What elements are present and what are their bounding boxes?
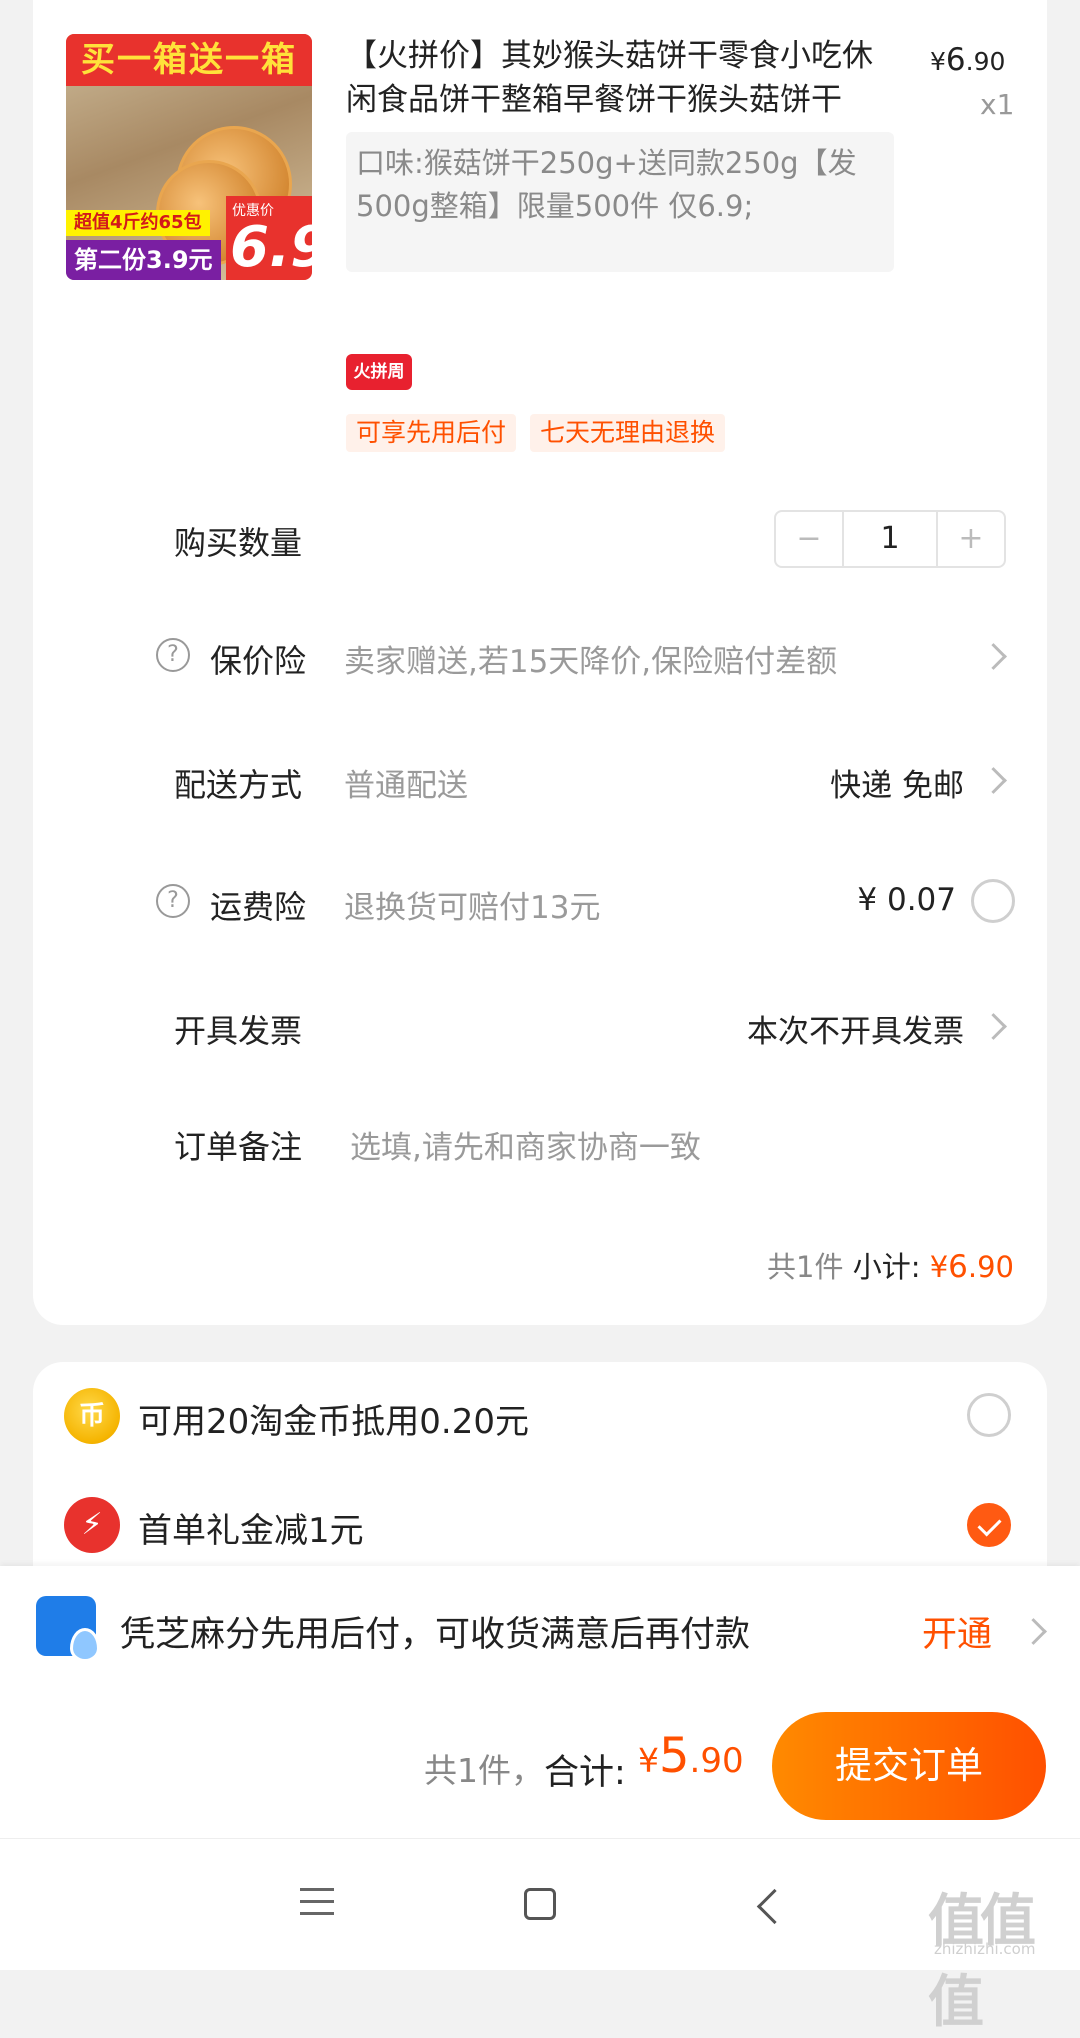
watermark-url: zhizhizhi.com — [934, 1940, 1036, 1958]
quantity-label: 购买数量 — [174, 524, 303, 562]
thumb-banner-text: 买一箱送一箱 — [66, 34, 312, 86]
delivery-label: 配送方式 — [174, 766, 303, 804]
subtotal-label: 小计: — [852, 1250, 921, 1284]
lightning-icon: ⚡ — [64, 1497, 120, 1553]
product-spec[interactable]: 口味:猴菇饼干250g+送同款250g【发500g整箱】限量500件 仅6.9; — [346, 132, 894, 272]
submit-order-button[interactable]: 提交订单 — [772, 1712, 1046, 1820]
delivery-value[interactable]: 快递 免邮 — [830, 760, 964, 805]
decrease-button[interactable]: − — [776, 512, 842, 566]
order-note-input[interactable]: 选填,请先和商家协商一致 — [350, 1122, 701, 1167]
order-note-label: 订单备注 — [174, 1128, 303, 1166]
drop-icon — [70, 1628, 100, 1662]
unit-price: ¥6.90 — [930, 42, 1006, 78]
service-tag-7day-return: 七天无理由退换 — [530, 414, 726, 452]
subtotal-amount: ¥6.90 — [929, 1249, 1014, 1285]
subtotal-count: 共1件 — [767, 1250, 844, 1284]
item-quantity: x1 — [980, 88, 1015, 121]
service-tag-pay-later: 可享先用后付 — [346, 414, 517, 452]
menu-icon[interactable] — [300, 1888, 334, 1924]
thumb-tag-top: 超值4斤约65包 — [66, 210, 210, 236]
price-protect-desc: 卖家赠送,若15天降价,保险赔付差额 — [344, 644, 838, 680]
thumb-price: 6.9 — [230, 215, 312, 280]
invoice-label: 开具发票 — [174, 1012, 303, 1050]
coin-discount-text: 可用20淘金币抵用0.20元 — [138, 1402, 529, 1442]
checkmark-icon — [977, 1512, 1002, 1537]
first-order-gift-radio[interactable] — [967, 1503, 1011, 1547]
thumb-tag-bottom: 第二份3.9元 — [66, 240, 221, 280]
total-amount: ¥5.90 — [638, 1728, 744, 1784]
product-title[interactable]: 【火拼价】其妙猴头菇饼干零食小吃休闲食品饼干整箱早餐饼干猴头菇饼干 — [346, 34, 896, 122]
pay-later-text: 凭芝麻分先用后付，可收货满意后再付款 — [120, 1615, 751, 1655]
freight-insurance-label: 运费险 — [210, 888, 307, 926]
coin-discount-radio[interactable] — [967, 1393, 1011, 1437]
delivery-desc: 普通配送 — [344, 768, 468, 804]
increase-button[interactable]: + — [938, 512, 1004, 566]
question-icon[interactable]: ? — [156, 884, 190, 918]
total-label: 合计: — [544, 1753, 626, 1793]
question-icon[interactable]: ? — [156, 638, 190, 672]
price-protect-label: 保价险 — [210, 642, 307, 680]
subtotal: 共1件 小计: ¥6.90 — [767, 1244, 1014, 1286]
quantity-stepper[interactable]: − 1 + — [774, 510, 1006, 568]
first-order-gift-text: 首单礼金减1元 — [138, 1511, 364, 1551]
taojinbi-coin-icon: 币 — [64, 1388, 120, 1444]
promo-badge: 火拼周 — [346, 354, 412, 390]
total-count: 共1件， — [424, 1751, 544, 1790]
pay-later-open-link[interactable]: 开通 — [922, 1606, 992, 1657]
quantity-value[interactable]: 1 — [842, 512, 938, 566]
freight-insurance-desc: 退换货可赔付13元 — [344, 890, 601, 926]
freight-insurance-radio[interactable] — [971, 879, 1015, 923]
product-thumbnail[interactable]: 买一箱送一箱 超值4斤约65包 第二份3.9元 优惠价 6.9 — [66, 34, 312, 280]
invoice-value[interactable]: 本次不开具发票 — [747, 1006, 964, 1051]
home-icon[interactable] — [524, 1888, 556, 1920]
freight-insurance-price: ¥ 0.07 — [857, 882, 956, 918]
